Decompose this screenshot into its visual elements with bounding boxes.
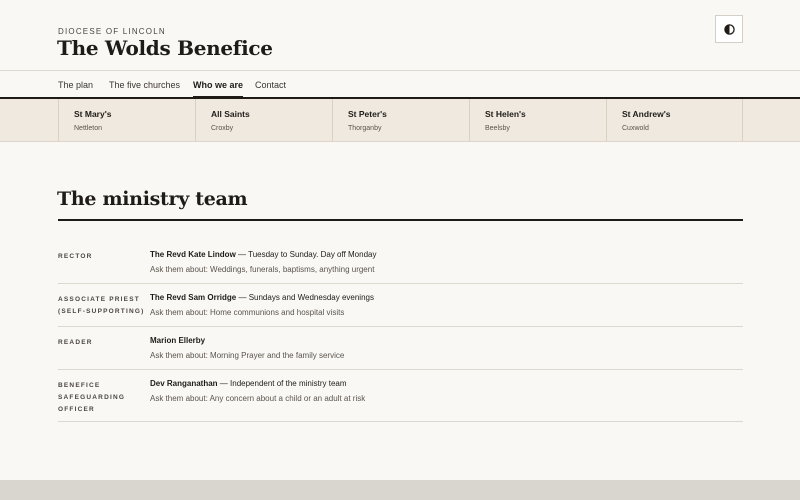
member-ask-about: Ask them about: Morning Prayer and the f…	[150, 351, 345, 360]
church-link-st-helens[interactable]: St Helen's Beelsby	[469, 99, 606, 141]
church-village: Cuxwold	[622, 125, 649, 132]
member-availability: — Sundays and Wednesday evenings	[236, 293, 374, 302]
church-link-st-marys[interactable]: St Mary's Nettleton	[58, 99, 195, 141]
member-name: Dev Ranganathan	[150, 379, 218, 388]
member-details: The Revd Sam Orridge — Sundays and Wedne…	[150, 293, 374, 317]
team-member-row: RECTOR The Revd Kate Lindow — Tuesday to…	[58, 241, 743, 284]
member-name: The Revd Kate Lindow	[150, 250, 236, 259]
church-village: Beelsby	[485, 125, 510, 132]
church-name: St Peter's	[348, 109, 387, 119]
member-role: READER	[58, 339, 93, 346]
member-name: Marion Ellerby	[150, 336, 206, 345]
team-member-row: ASSOCIATE PRIEST (SELF-SUPPORTING) The R…	[58, 284, 743, 327]
member-ask-about: Ask them about: Weddings, funerals, bapt…	[150, 265, 375, 274]
member-details: The Revd Kate Lindow — Tuesday to Sunday…	[150, 250, 376, 274]
nav-item-the-five-churches[interactable]: The five churches	[109, 80, 180, 90]
member-ask-about: Ask them about: Any concern about a chil…	[150, 394, 366, 403]
member-details: Marion Ellerby Ask them about: Morning P…	[150, 336, 344, 360]
church-village: Nettleton	[74, 125, 103, 132]
member-availability: — Independent of the ministry team	[217, 379, 347, 388]
churches-bar: St Mary's Nettleton All Saints Croxby St…	[0, 99, 800, 142]
footer-band	[0, 480, 800, 500]
site-title[interactable]: The Wolds Benefice	[57, 36, 273, 60]
member-role: BENEFICE SAFEGUARDING OFFICER	[58, 382, 126, 413]
team-member-row: READER Marion Ellerby Ask them about: Mo…	[58, 327, 743, 370]
member-name: The Revd Sam Orridge	[150, 293, 237, 302]
member-role: ASSOCIATE PRIEST (SELF-SUPPORTING)	[58, 296, 145, 315]
church-link-st-peters[interactable]: St Peter's Thorganby	[332, 99, 469, 141]
ministry-team-list: RECTOR The Revd Kate Lindow — Tuesday to…	[58, 241, 743, 422]
church-name: All Saints	[211, 109, 250, 119]
church-name: St Andrew's	[622, 109, 671, 119]
site-header: DIOCESE OF LINCOLN The Wolds Benefice	[0, 0, 800, 71]
church-village: Thorganby	[348, 125, 382, 132]
nav-item-contact[interactable]: Contact	[255, 80, 286, 90]
main-nav: The plan The five churches Who we are Co…	[0, 71, 800, 99]
theme-toggle-button[interactable]	[715, 15, 743, 43]
team-member-row: BENEFICE SAFEGUARDING OFFICER Dev Rangan…	[58, 370, 743, 422]
member-role: RECTOR	[58, 253, 93, 260]
contrast-icon	[723, 23, 735, 35]
section-divider	[58, 219, 743, 221]
church-link-st-andrews[interactable]: St Andrew's Cuxwold	[606, 99, 743, 141]
member-availability: — Tuesday to Sunday. Day off Monday	[235, 250, 377, 259]
church-name: St Helen's	[485, 109, 526, 119]
church-name: St Mary's	[74, 109, 112, 119]
church-link-all-saints[interactable]: All Saints Croxby	[195, 99, 332, 141]
section-title: The ministry team	[57, 188, 248, 210]
nav-item-the-plan[interactable]: The plan	[58, 80, 93, 90]
church-village: Croxby	[211, 125, 234, 132]
member-ask-about: Ask them about: Home communions and hosp…	[150, 308, 345, 317]
nav-item-who-we-are[interactable]: Who we are	[193, 80, 244, 98]
diocese-label: DIOCESE OF LINCOLN	[58, 27, 166, 36]
member-details: Dev Ranganathan — Independent of the min…	[150, 379, 365, 403]
